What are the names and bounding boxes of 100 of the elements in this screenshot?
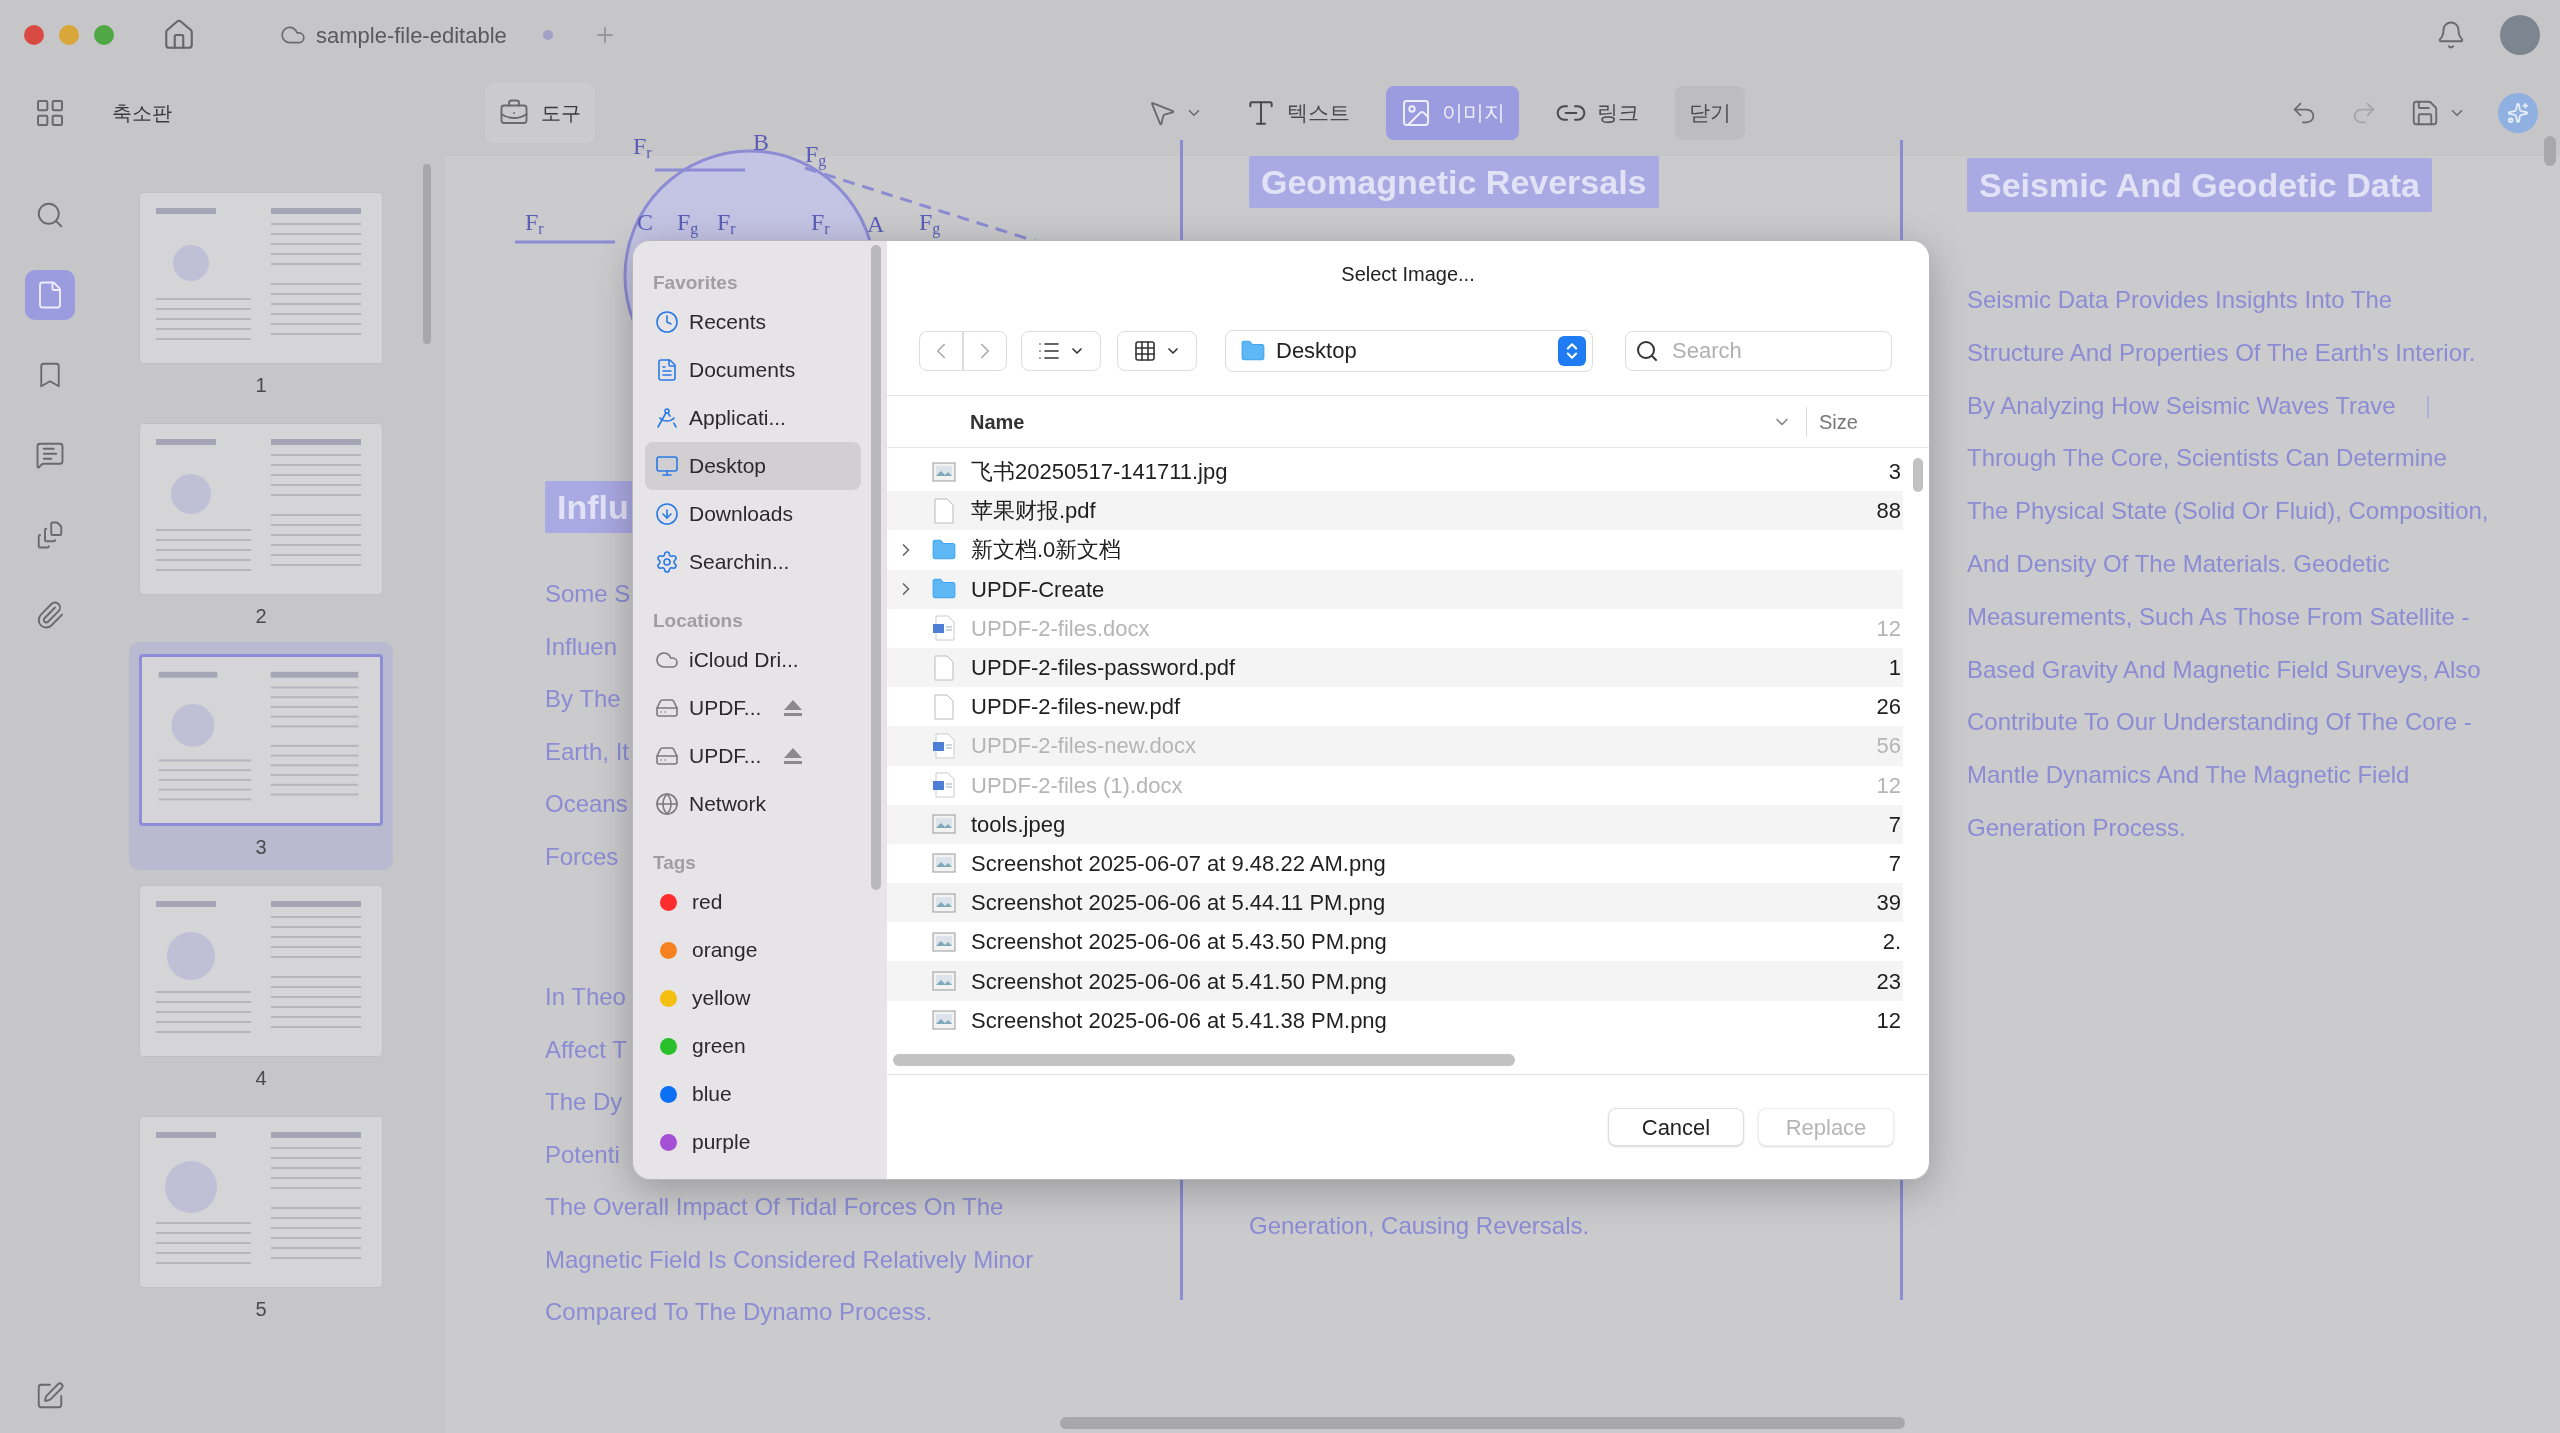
body-text-line: Based Gravity And Magnetic Field Surveys, Also: [1967, 654, 2481, 685]
edit-panel-icon[interactable]: [35, 1381, 65, 1411]
sparkle-icon: [2507, 102, 2529, 124]
search-field[interactable]: Search: [1625, 330, 1892, 371]
sidebar-item[interactable]: UPDF...: [645, 684, 861, 732]
edit-mode-tab[interactable]: 링크: [1540, 86, 1653, 140]
file-name: Screenshot 2025-06-06 at 5.43.50 PM.png: [971, 928, 1387, 957]
body-text-line: Seismic Data Provides Insights Into The: [1967, 285, 2393, 315]
home-icon[interactable]: [162, 18, 196, 52]
sidebar-item[interactable]: iCloud Dri...: [645, 636, 861, 684]
minimize-window-button[interactable]: [59, 25, 79, 45]
sidebar-item[interactable]: red: [645, 878, 861, 926]
tab-title: sample-file-editable: [316, 21, 507, 50]
save-icon[interactable]: [2410, 98, 2440, 128]
compass-icon: [655, 406, 679, 430]
stepper-icon: [1558, 335, 1586, 366]
file-name: UPDF-Create: [971, 575, 1105, 604]
sidebar-item[interactable]: orange: [645, 926, 861, 974]
eject-icon[interactable]: [783, 747, 804, 765]
clock-icon: [655, 310, 679, 334]
body-text-line: And Density Of The Materials. Geodetic: [1967, 549, 2390, 579]
page-thumbnail[interactable]: [139, 192, 383, 364]
scrollbar-thumb[interactable]: [423, 164, 431, 344]
column-header[interactable]: Size: [1819, 406, 1929, 437]
file-size: 12: [1876, 771, 1901, 800]
eject-icon[interactable]: [783, 699, 804, 717]
dialog-title: Select Image...: [1341, 261, 1475, 287]
page-thumbnail[interactable]: [139, 654, 383, 826]
file-row[interactable]: UPDF-Create: [887, 569, 1903, 609]
forward-button[interactable]: [963, 330, 1007, 371]
page-thumbnail[interactable]: [139, 885, 383, 1057]
edit-mode-tab[interactable]: 텍스트: [1230, 86, 1364, 140]
sidebar-item[interactable]: green: [645, 1022, 861, 1070]
sidebar-item[interactable]: Applicati...: [645, 394, 861, 442]
horizontal-scrollbar-thumb[interactable]: [893, 1054, 1515, 1066]
sidebar-section-title: Locations: [652, 608, 744, 633]
globe-icon: [655, 792, 679, 816]
image-file-icon: [932, 459, 956, 484]
icon-view-button[interactable]: [1117, 330, 1197, 371]
page-thumbnail[interactable]: [139, 423, 383, 595]
ai-assistant-button[interactable]: [2498, 93, 2538, 133]
avatar[interactable]: [2500, 15, 2540, 55]
sidebar-item[interactable]: Desktop: [645, 442, 861, 490]
page-number: 5: [255, 1297, 267, 1322]
file-name: Screenshot 2025-06-07 at 9.48.22 AM.png: [971, 849, 1386, 878]
file-icon: [934, 693, 954, 720]
download-icon: [655, 502, 679, 526]
file-size: 26: [1876, 693, 1901, 722]
scrollbar-thumb[interactable]: [871, 245, 881, 890]
column-header[interactable]: Name: [970, 406, 1025, 437]
tools-button[interactable]: 도구: [485, 83, 595, 143]
file-stack-icon: [35, 520, 65, 550]
body-text-line: Influen: [545, 631, 618, 662]
body-text-line: Compared To The Dynamo Process.: [545, 1297, 933, 1327]
file-name: Screenshot 2025-06-06 at 5.41.38 PM.png: [971, 1006, 1387, 1035]
word-document-icon: [933, 772, 955, 799]
comment-icon: [35, 440, 65, 470]
sidebar-item[interactable]: Documents: [645, 346, 861, 394]
close-edit-button[interactable]: 닫기: [1674, 86, 1745, 140]
document-tab[interactable]: sample-file-editable: [280, 18, 553, 52]
page-number: 4: [255, 1066, 267, 1091]
list-view-button[interactable]: [1021, 330, 1101, 371]
file-row[interactable]: tools.jpeg 7: [887, 804, 1903, 844]
zoom-window-button[interactable]: [94, 25, 114, 45]
sidebar-item[interactable]: UPDF...: [645, 732, 861, 780]
image-file-icon: [932, 851, 956, 876]
sidebar-item[interactable]: blue: [645, 1070, 861, 1118]
file-name: UPDF-2-files (1).docx: [971, 771, 1183, 800]
sidebar-item[interactable]: yellow: [645, 974, 861, 1022]
body-text-line: Generation Process.: [1967, 812, 2186, 843]
file-icon: [934, 654, 954, 681]
file-row[interactable]: 苹果财报.pdf 88: [887, 491, 1903, 531]
close-window-button[interactable]: [24, 25, 44, 45]
apps-grid-icon[interactable]: [34, 97, 66, 129]
sidebar-tab[interactable]: [25, 270, 75, 320]
back-button[interactable]: [919, 330, 963, 371]
sidebar-item[interactable]: Network: [645, 780, 861, 828]
body-text-line: Earth, It: [545, 736, 630, 767]
word-document-icon: [933, 732, 955, 759]
sidebar-item[interactable]: Searchin...: [645, 538, 861, 586]
file-size: 2.: [1882, 928, 1901, 957]
scrollbar-thumb[interactable]: [1913, 458, 1923, 492]
file-size: 12: [1876, 1006, 1901, 1035]
file-size: 39: [1876, 889, 1901, 918]
sidebar-item[interactable]: Downloads: [645, 490, 861, 538]
file-name: Screenshot 2025-06-06 at 5.44.11 PM.png: [971, 889, 1386, 918]
file-row[interactable]: Screenshot 2025-06-06 at 5.44.11 PM.png 39: [887, 883, 1903, 923]
gear-icon: [655, 550, 679, 574]
scrollbar-thumb[interactable]: [2544, 136, 2556, 166]
file-row[interactable]: Screenshot 2025-06-06 at 5.41.50 PM.png 23: [887, 961, 1903, 1001]
scrollbar-thumb[interactable]: [1060, 1417, 1905, 1429]
file-name: UPDF-2-files-new.docx: [971, 732, 1196, 761]
location-dropdown[interactable]: Desktop: [1225, 329, 1593, 372]
sidebar-item[interactable]: purple: [645, 1118, 861, 1166]
file-row[interactable]: UPDF-2-files-password.pdf 1: [887, 647, 1903, 688]
sidebar-item[interactable]: Recents: [645, 298, 861, 346]
dialog-button[interactable]: Cancel: [1608, 1108, 1744, 1146]
page-thumbnail[interactable]: [139, 1116, 383, 1288]
paperclip-icon: [35, 600, 65, 630]
notification-bell-icon[interactable]: [2436, 20, 2466, 50]
